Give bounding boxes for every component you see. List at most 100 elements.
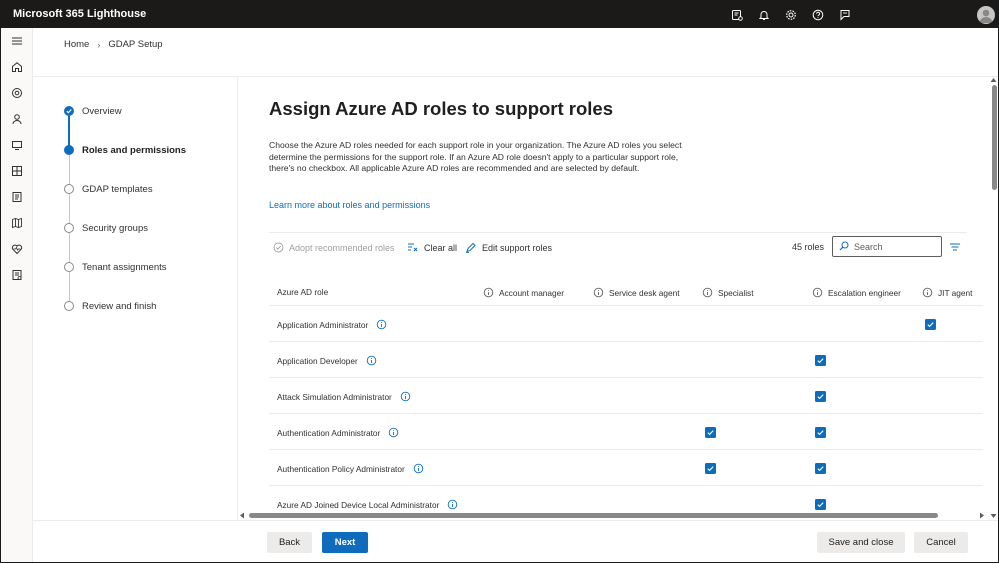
info-icon[interactable] bbox=[922, 287, 933, 298]
breadcrumb-current: GDAP Setup bbox=[108, 39, 163, 50]
info-icon[interactable] bbox=[413, 463, 424, 474]
step-review-and-finish[interactable]: Review and finish bbox=[61, 297, 231, 313]
table-row: Azure AD Joined Device Local Administrat… bbox=[269, 486, 983, 510]
home-icon[interactable] bbox=[10, 60, 24, 74]
info-icon[interactable] bbox=[366, 355, 377, 366]
search-box[interactable]: Search bbox=[832, 236, 942, 257]
back-button[interactable]: Back bbox=[267, 532, 312, 553]
breadcrumb-home[interactable]: Home bbox=[64, 39, 89, 50]
cancel-button[interactable]: Cancel bbox=[914, 532, 968, 553]
role-name: Application Administrator bbox=[277, 319, 387, 330]
map-icon[interactable] bbox=[10, 216, 24, 230]
empty-circle-icon bbox=[64, 184, 74, 194]
info-icon[interactable] bbox=[593, 287, 604, 298]
edit-support-roles-button[interactable]: Edit support roles bbox=[465, 241, 552, 255]
info-icon[interactable] bbox=[400, 391, 411, 402]
info-icon[interactable] bbox=[812, 287, 823, 298]
step-roles-and-permissions[interactable]: Roles and permissions bbox=[61, 141, 231, 157]
role-checkbox-escalation-engineer[interactable] bbox=[815, 463, 826, 474]
role-name-label: Attack Simulation Administrator bbox=[277, 391, 392, 402]
help-icon[interactable] bbox=[809, 6, 826, 23]
reports-icon[interactable] bbox=[10, 190, 24, 204]
hamburger-icon[interactable] bbox=[10, 34, 24, 48]
role-name-label: Authentication Administrator bbox=[277, 427, 381, 438]
step-gdap-templates[interactable]: GDAP templates bbox=[61, 180, 231, 196]
person-feedback-icon[interactable] bbox=[836, 6, 853, 23]
info-icon[interactable] bbox=[388, 427, 399, 438]
checkmark-circle-icon bbox=[273, 242, 284, 255]
info-icon[interactable] bbox=[702, 287, 713, 298]
scroll-left-arrow-icon[interactable] bbox=[239, 512, 245, 519]
horizontal-scrollbar[interactable] bbox=[238, 511, 987, 519]
role-checkbox-escalation-engineer[interactable] bbox=[815, 499, 826, 510]
app-title[interactable]: Microsoft 365 Lighthouse bbox=[13, 8, 146, 20]
role-name: Authentication Policy Administrator bbox=[277, 463, 424, 474]
steps-divider bbox=[237, 77, 238, 520]
app-frame: Microsoft 365 Lighthouse Home › GDAP Set… bbox=[0, 0, 999, 563]
info-icon[interactable] bbox=[376, 319, 387, 330]
column-header-account-manager[interactable]: Account manager bbox=[483, 287, 564, 298]
adopt-recommended-roles-button[interactable]: Adopt recommended roles bbox=[273, 241, 395, 255]
column-header-specialist[interactable]: Specialist bbox=[702, 287, 754, 298]
notes-icon[interactable] bbox=[10, 268, 24, 282]
empty-circle-icon bbox=[64, 223, 74, 233]
next-button[interactable]: Next bbox=[322, 532, 368, 553]
empty-circle-icon bbox=[64, 301, 74, 311]
breadcrumb: Home › GDAP Setup bbox=[64, 39, 163, 50]
role-name: Attack Simulation Administrator bbox=[277, 391, 411, 402]
feedback-icon[interactable] bbox=[728, 6, 745, 23]
step-label: Roles and permissions bbox=[82, 145, 187, 156]
step-tenant-assignments[interactable]: Tenant assignments bbox=[61, 258, 231, 274]
column-header-escalation-engineer[interactable]: Escalation engineer bbox=[812, 287, 901, 298]
step-security-groups[interactable]: Security groups bbox=[61, 219, 231, 235]
health-icon[interactable] bbox=[10, 242, 24, 256]
clear-all-button[interactable]: Clear all bbox=[407, 241, 457, 255]
user-avatar[interactable] bbox=[977, 6, 995, 24]
column-header-label: JIT agent bbox=[938, 287, 973, 298]
info-icon[interactable] bbox=[483, 287, 494, 298]
column-header-label: Escalation engineer bbox=[828, 287, 901, 298]
users-icon[interactable] bbox=[10, 112, 24, 126]
vertical-scroll-thumb[interactable] bbox=[992, 85, 997, 190]
column-header-azure-ad-role[interactable]: Azure AD role bbox=[277, 287, 328, 297]
table-row: Application Developer bbox=[269, 342, 983, 378]
tenants-icon[interactable] bbox=[10, 86, 24, 100]
step-label: Tenant assignments bbox=[82, 262, 167, 273]
devices-icon[interactable] bbox=[10, 138, 24, 152]
horizontal-scroll-thumb[interactable] bbox=[249, 513, 938, 518]
filter-lines-icon[interactable] bbox=[949, 241, 961, 253]
chevron-right-icon: › bbox=[97, 39, 101, 50]
role-checkbox-jit-agent[interactable] bbox=[925, 319, 936, 330]
checkmark-circle-icon bbox=[64, 106, 74, 116]
column-header-service-desk-agent[interactable]: Service desk agent bbox=[593, 287, 680, 298]
column-header-label: Account manager bbox=[499, 287, 565, 298]
table-row: Application Administrator bbox=[269, 306, 983, 342]
bell-icon[interactable] bbox=[755, 6, 772, 23]
role-checkbox-escalation-engineer[interactable] bbox=[815, 427, 826, 438]
vertical-scrollbar[interactable] bbox=[989, 77, 998, 520]
role-name: Authentication Administrator bbox=[277, 427, 399, 438]
step-overview[interactable]: Overview bbox=[61, 102, 231, 118]
role-checkbox-specialist[interactable] bbox=[705, 463, 716, 474]
edit-support-roles-label: Edit support roles bbox=[482, 243, 553, 253]
info-icon[interactable] bbox=[447, 499, 458, 510]
table-row: Attack Simulation Administrator bbox=[269, 378, 983, 414]
column-header-label: Azure AD role bbox=[277, 287, 329, 297]
edit-pencil-icon bbox=[465, 242, 477, 255]
apps-icon[interactable] bbox=[10, 164, 24, 178]
scroll-down-arrow-icon[interactable] bbox=[990, 513, 997, 519]
scroll-up-arrow-icon[interactable] bbox=[990, 77, 997, 83]
toolbar-divider bbox=[269, 232, 967, 233]
save-and-close-button[interactable]: Save and close bbox=[817, 532, 905, 553]
learn-more-link[interactable]: Learn more about roles and permissions bbox=[269, 200, 430, 210]
scroll-right-arrow-icon[interactable] bbox=[979, 512, 985, 519]
role-checkbox-escalation-engineer[interactable] bbox=[815, 355, 826, 366]
roles-count: 45 roles bbox=[792, 242, 825, 252]
gear-icon[interactable] bbox=[782, 6, 799, 23]
header-divider bbox=[33, 76, 998, 77]
role-checkbox-specialist[interactable] bbox=[705, 427, 716, 438]
role-checkbox-escalation-engineer[interactable] bbox=[815, 391, 826, 402]
column-header-jit-agent[interactable]: JIT agent bbox=[922, 287, 972, 298]
table-row: Authentication Administrator bbox=[269, 414, 983, 450]
search-input[interactable]: Search bbox=[854, 242, 883, 252]
